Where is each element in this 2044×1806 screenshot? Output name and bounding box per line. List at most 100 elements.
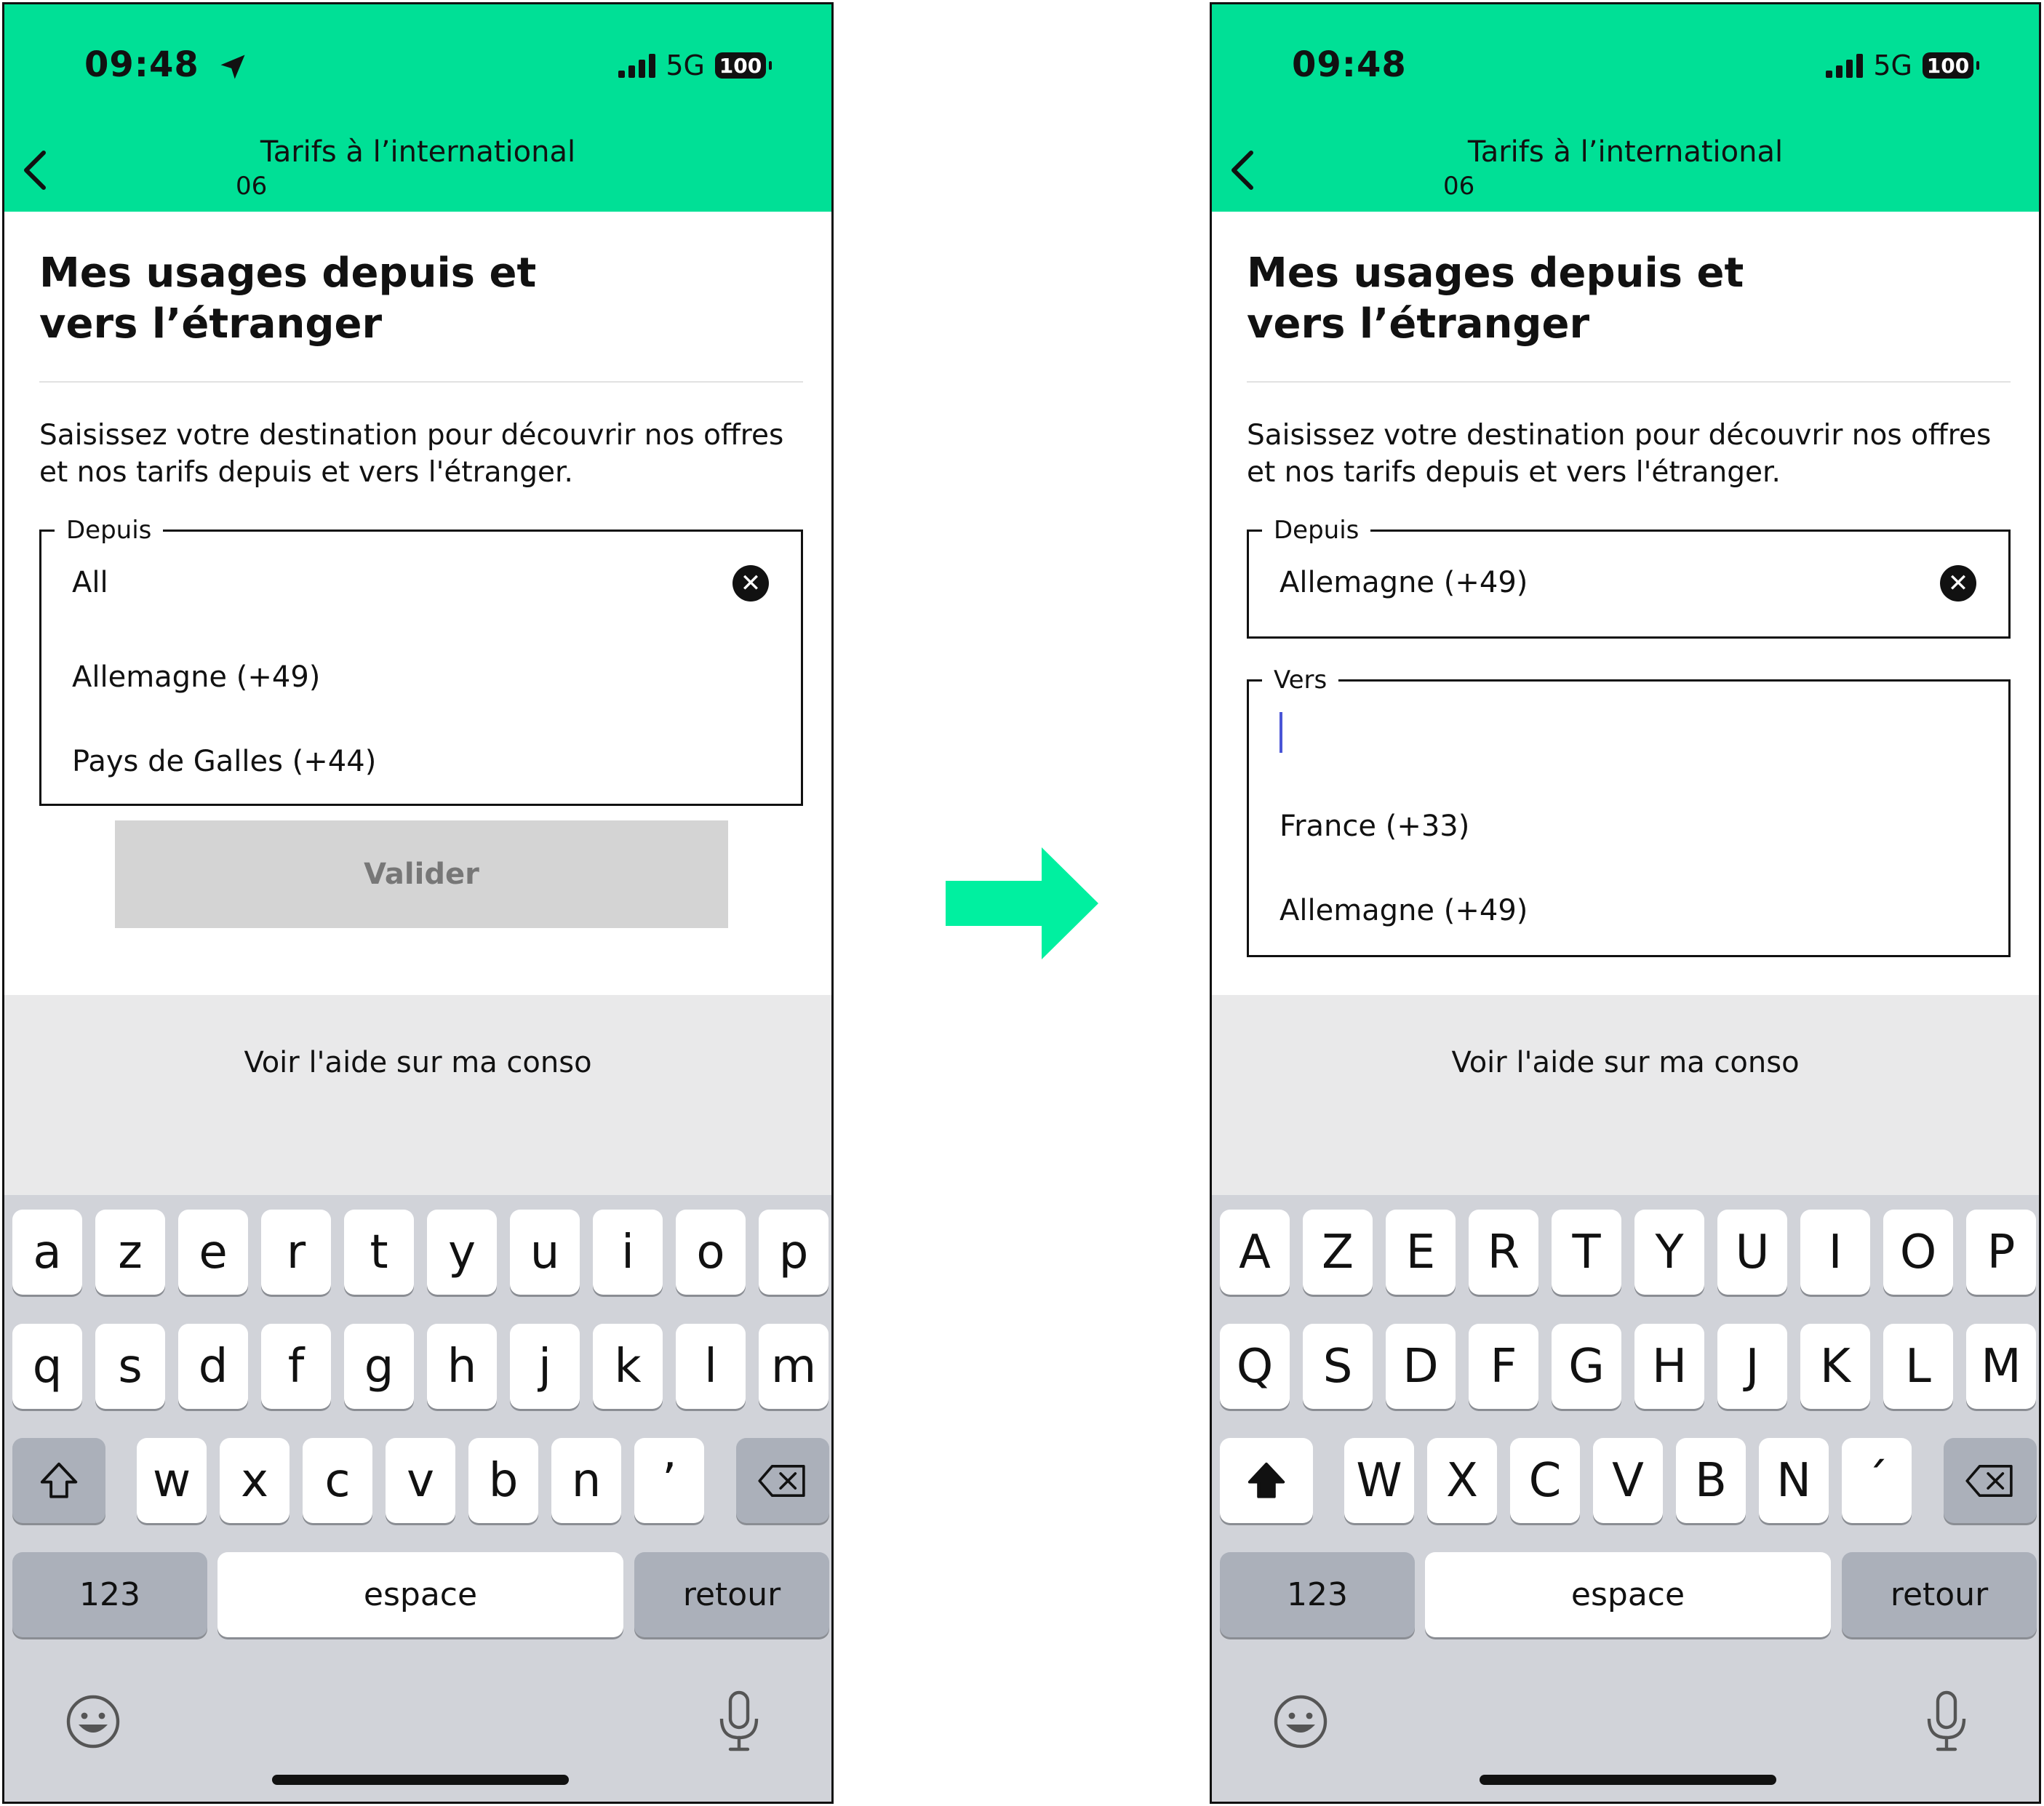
key[interactable]: B [1676,1438,1746,1523]
key[interactable]: w [137,1438,207,1523]
key[interactable]: G [1552,1324,1621,1409]
key[interactable]: q [12,1324,82,1409]
key[interactable]: V [1593,1438,1663,1523]
microphone-icon[interactable] [717,1690,761,1754]
key[interactable]: S [1303,1324,1373,1409]
key[interactable]: N [1759,1438,1829,1523]
suggestion-option[interactable]: Pays de Galles (+44) [72,745,376,778]
key[interactable]: h [427,1324,497,1409]
key[interactable]: b [468,1438,538,1523]
emoji-icon[interactable] [1271,1693,1330,1751]
key[interactable]: Q [1220,1324,1290,1409]
header-subtitle: 06 [236,172,268,201]
backspace-key[interactable] [736,1438,829,1523]
key[interactable]: z [95,1210,165,1295]
phone-screen-after: 09:48 5G 100 Tarifs à l’international 06… [1210,2,2041,1804]
depuis-input[interactable]: Allemagne (+49) [1280,566,1528,599]
help-section: Voir l'aide sur ma conso [4,995,831,1195]
shift-key[interactable] [1220,1438,1313,1523]
status-indicators: 5G 100 [618,49,772,81]
key[interactable]: g [344,1324,414,1409]
key[interactable]: o [676,1210,746,1295]
key[interactable]: x [220,1438,290,1523]
vers-label: Vers [1262,666,1339,695]
key[interactable]: L [1883,1324,1953,1409]
clear-icon[interactable]: ✕ [732,565,769,602]
numbers-key[interactable]: 123 [1220,1552,1415,1637]
key[interactable]: u [510,1210,580,1295]
key[interactable]: A [1220,1210,1290,1295]
key[interactable]: i [593,1210,663,1295]
key[interactable]: X [1427,1438,1497,1523]
battery-level: 100 [719,53,762,78]
phone-screen-before: 09:48 5G 100 Tarifs à l’international 06… [2,2,834,1804]
key[interactable]: c [303,1438,372,1523]
key[interactable]: l [676,1324,746,1409]
key[interactable]: Z [1303,1210,1373,1295]
suggestion-option[interactable]: Allemagne (+49) [1280,894,1528,927]
key[interactable]: I [1800,1210,1870,1295]
key[interactable]: ´ [1842,1438,1912,1523]
shift-key[interactable] [12,1438,105,1523]
status-time-text: 09:48 [84,44,199,85]
key[interactable]: t [344,1210,414,1295]
keyboard: A Z E R T Y U I O P Q S D F G H J K L M … [1212,1195,2039,1802]
key[interactable]: F [1469,1324,1538,1409]
key[interactable]: j [510,1324,580,1409]
key[interactable]: E [1386,1210,1456,1295]
vers-field[interactable]: Vers France (+33) Allemagne (+49) [1247,666,2011,957]
text-caret [1280,712,1282,753]
key[interactable]: s [95,1324,165,1409]
page-title-line: Mes usages depuis et [1247,249,1744,297]
divider [39,381,803,383]
home-indicator [1480,1775,1776,1785]
key[interactable]: k [593,1324,663,1409]
key[interactable]: D [1386,1324,1456,1409]
help-link[interactable]: Voir l'aide sur ma conso [4,1046,831,1079]
key[interactable]: y [427,1210,497,1295]
microphone-icon[interactable] [1925,1690,1968,1754]
key[interactable]: K [1800,1324,1870,1409]
page-title: Mes usages depuis et vers l’étranger [1247,248,1829,350]
numbers-key[interactable]: 123 [12,1552,207,1637]
clear-icon[interactable]: ✕ [1940,565,1976,602]
emoji-icon[interactable] [64,1693,122,1751]
space-key[interactable]: espace [217,1552,623,1637]
key[interactable]: e [178,1210,248,1295]
key[interactable]: r [261,1210,331,1295]
key[interactable]: Y [1634,1210,1704,1295]
key[interactable]: C [1510,1438,1580,1523]
key[interactable]: p [759,1210,829,1295]
return-key[interactable]: retour [634,1552,829,1637]
key[interactable]: M [1966,1324,2036,1409]
header-title: Tarifs à l’international [260,135,576,169]
page-title-line: vers l’étranger [39,300,383,348]
depuis-field[interactable]: Depuis All ✕ Allemagne (+49) Pays de Gal… [39,516,803,806]
suggestion-option[interactable]: France (+33) [1280,810,1469,843]
key[interactable]: v [386,1438,455,1523]
return-key[interactable]: retour [1842,1552,2037,1637]
key[interactable]: H [1634,1324,1704,1409]
key[interactable]: O [1883,1210,1953,1295]
key[interactable]: P [1966,1210,2036,1295]
key[interactable]: W [1344,1438,1414,1523]
key[interactable]: J [1717,1324,1787,1409]
battery-level: 100 [1926,53,1970,78]
key[interactable]: a [12,1210,82,1295]
key[interactable]: T [1552,1210,1621,1295]
key[interactable]: d [178,1324,248,1409]
key[interactable]: U [1717,1210,1787,1295]
key[interactable]: n [551,1438,621,1523]
key[interactable]: f [261,1324,331,1409]
key[interactable]: m [759,1324,829,1409]
suggestion-option[interactable]: Allemagne (+49) [72,660,320,694]
intro-text: Saisissez votre destination pour découvr… [1247,419,1992,489]
help-link[interactable]: Voir l'aide sur ma conso [1212,1046,2039,1079]
valider-button[interactable]: Valider [115,820,728,928]
depuis-field[interactable]: Depuis Allemagne (+49) ✕ [1247,516,2011,639]
key[interactable]: ’ [634,1438,704,1523]
depuis-input[interactable]: All [72,566,108,599]
space-key[interactable]: espace [1425,1552,1831,1637]
key[interactable]: R [1469,1210,1538,1295]
backspace-key[interactable] [1944,1438,2037,1523]
